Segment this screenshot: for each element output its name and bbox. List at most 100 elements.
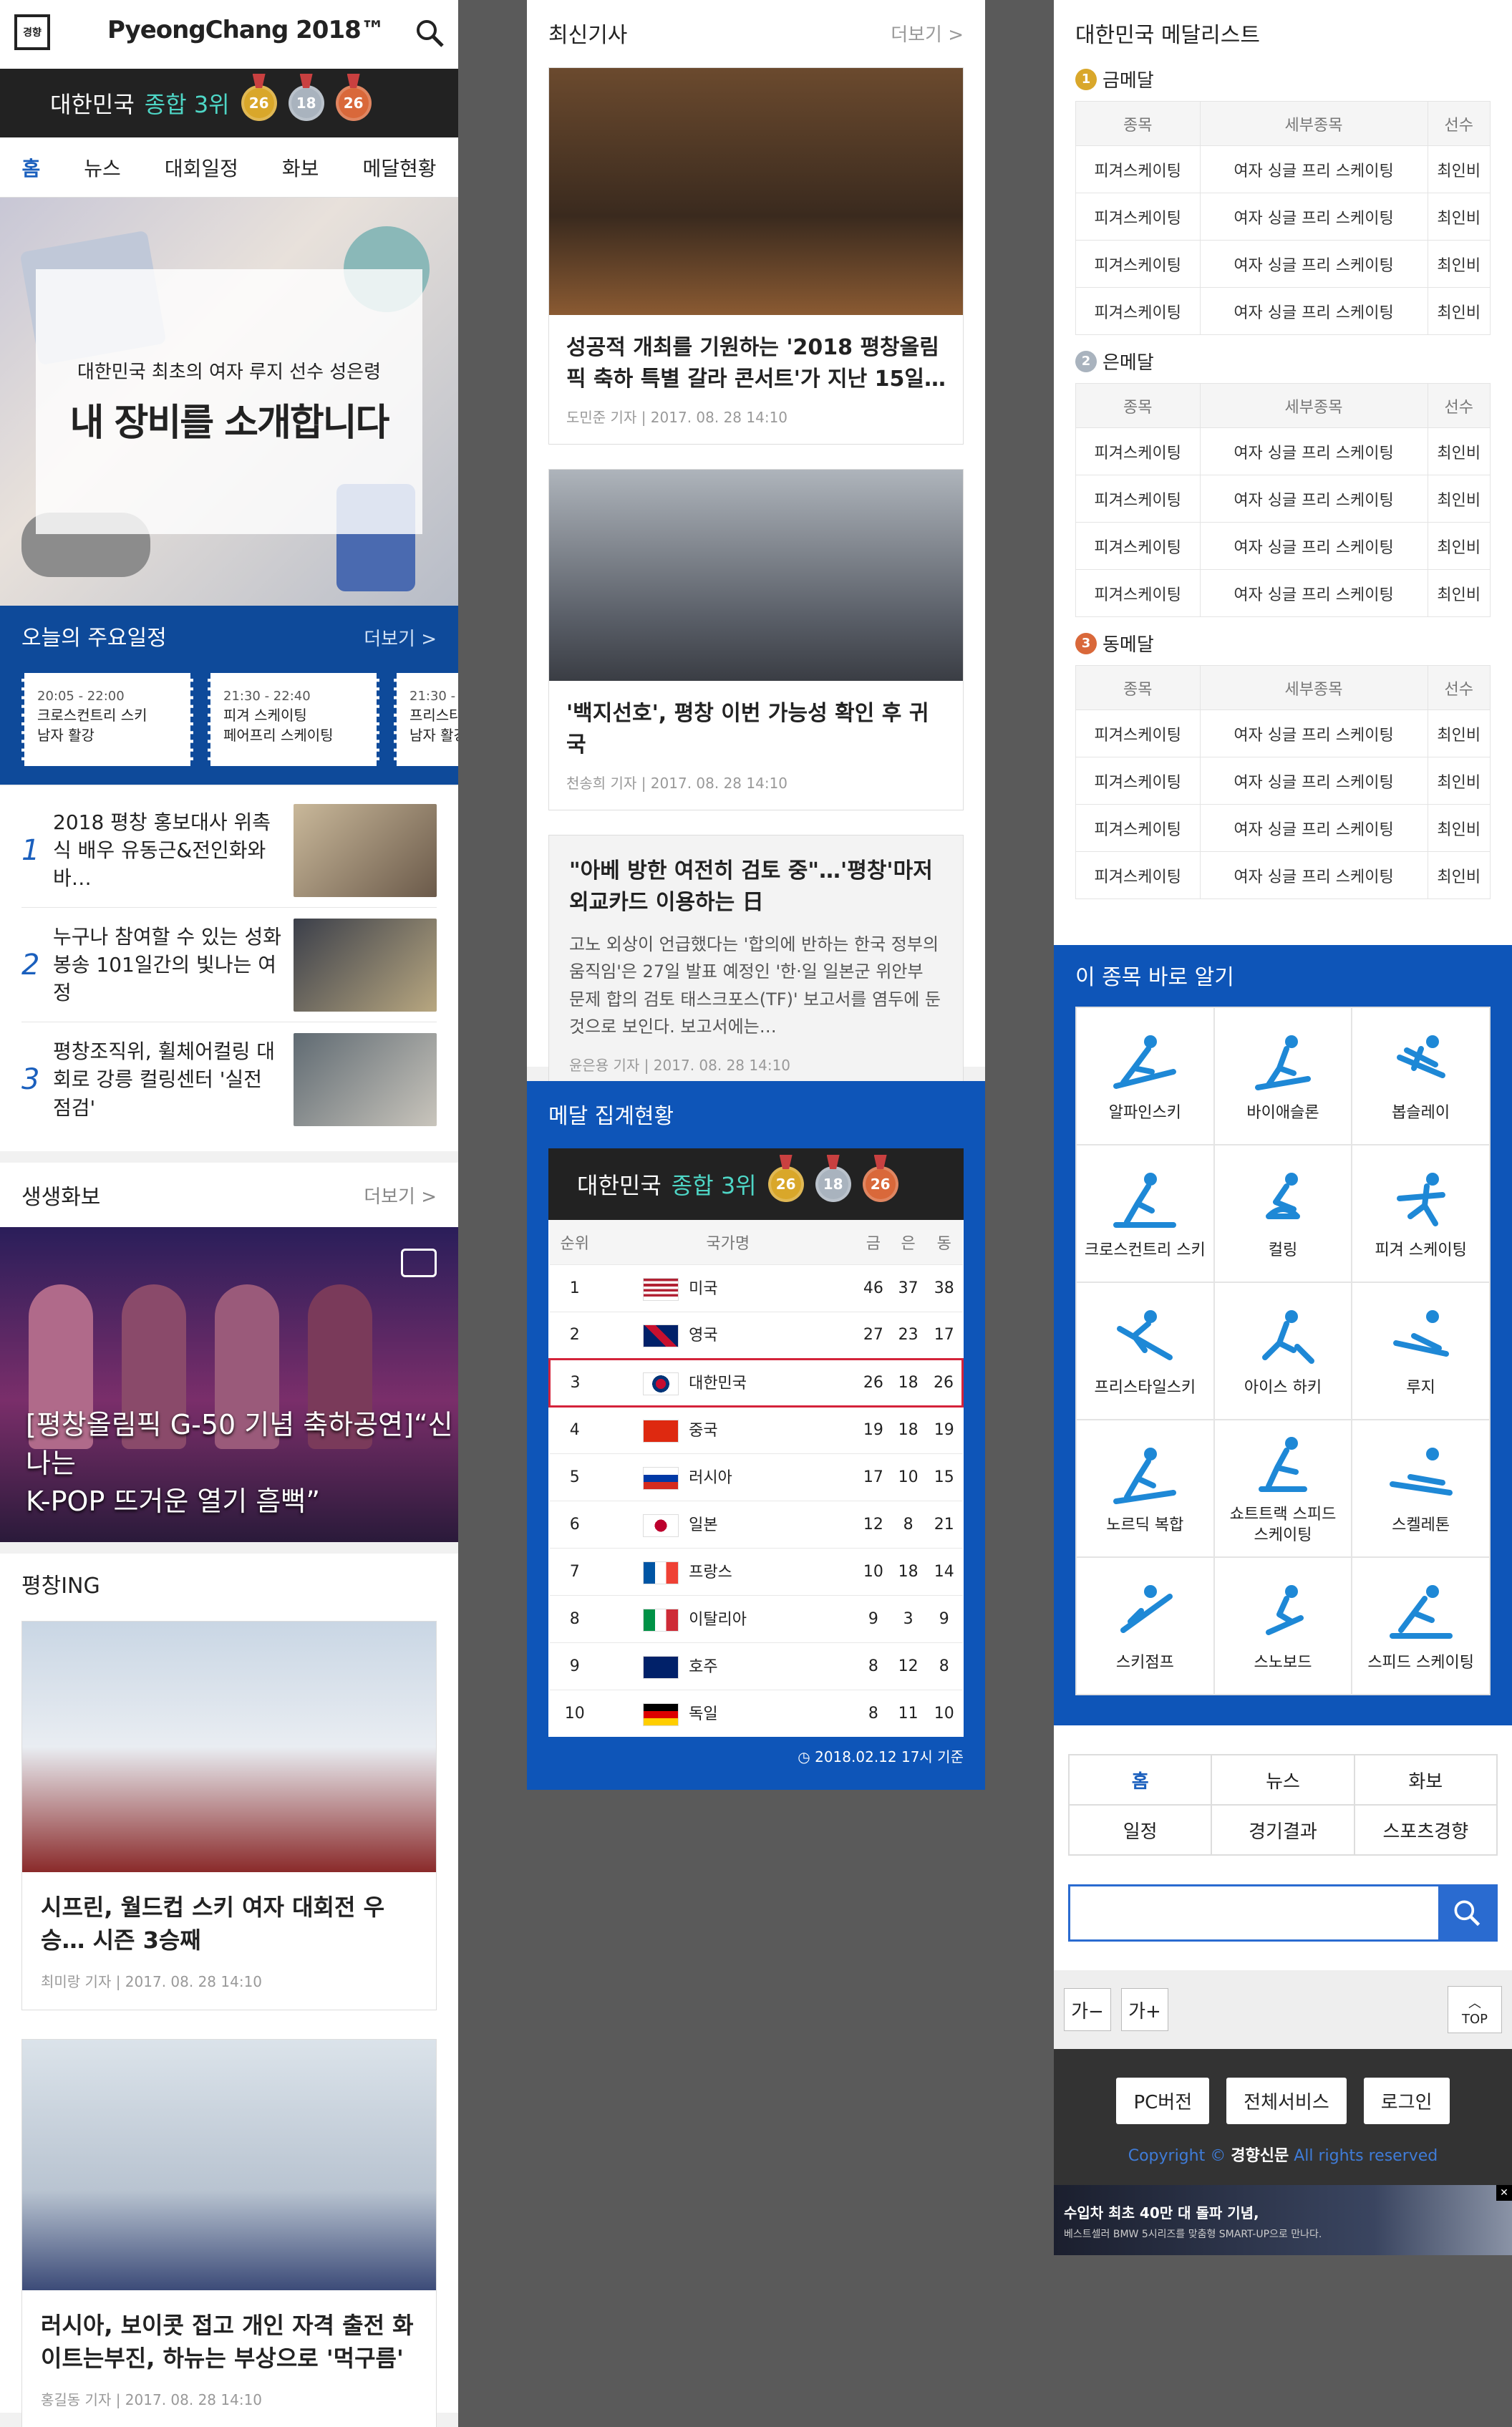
medal-board-panel: 대한민국 종합 3위 26 18 26 순위 국가명 금 은 동 1 미국 46 37… bbox=[548, 1148, 964, 1737]
country-name: 대한민국 bbox=[689, 1374, 747, 1392]
nav-photos[interactable]: 화보 bbox=[282, 153, 319, 182]
today-schedule: 오늘의 주요일정 더보기 > 20:05 - 22:00 크로스컨트리 스키 남… bbox=[0, 606, 458, 785]
all-services-button[interactable]: 전체서비스 bbox=[1226, 2078, 1347, 2124]
schedule-more-link[interactable]: 더보기 > bbox=[364, 624, 437, 651]
latest-news-section: 최신기사 더보기 > 성공적 개최를 기원하는 '2018 평창올림픽 축하 특… bbox=[527, 0, 985, 1095]
ticket-time: 21:30 - 22:40 bbox=[223, 689, 311, 704]
nav-medals[interactable]: 메달현황 bbox=[362, 153, 436, 182]
latest-title: 최신기사 bbox=[548, 23, 628, 48]
sport-cell: 피겨스케이팅 bbox=[1075, 193, 1201, 241]
medal-group-header: 2 은메달 bbox=[1075, 348, 1491, 374]
silver-count: 11 bbox=[891, 1689, 926, 1737]
sport-label: 아이스 하키 bbox=[1244, 1378, 1322, 1397]
sport-tile[interactable]: 바이애슬론 bbox=[1213, 1007, 1352, 1145]
column-header: 금 bbox=[856, 1220, 891, 1264]
search-icon bbox=[1454, 1900, 1480, 1927]
ad-banner[interactable]: 수입차 최초 40만 대 돌파 기념, 베스트셀러 BMW 5시리즈를 맞춤형 … bbox=[1054, 2185, 1512, 2255]
sport-tile[interactable]: 아이스 하키 bbox=[1213, 1282, 1352, 1420]
pc-version-button[interactable]: PC버전 bbox=[1116, 2078, 1210, 2124]
schedule-ticket[interactable]: 21:30 - 22:40 피겨 스케이팅 페어프리 스케이팅 bbox=[208, 673, 379, 766]
nav-home[interactable]: 홈 bbox=[22, 153, 41, 182]
sport-tile[interactable]: 봅슬레이 bbox=[1352, 1007, 1490, 1145]
table-row: 6 일본 12 8 21 bbox=[549, 1500, 963, 1548]
event-cell: 여자 싱글 프리 스케이팅 bbox=[1199, 522, 1428, 570]
sport-tile[interactable]: 스키점프 bbox=[1076, 1557, 1214, 1695]
medal-summary-bar[interactable]: 대한민국 종합 3위 26 18 26 bbox=[0, 69, 458, 137]
list-item[interactable]: 1 2018 평창 홍보대사 위촉식 배우 유동근&전인화와 바… bbox=[21, 793, 437, 908]
news-card[interactable]: '백지선호', 평창 이번 가능성 확인 후 귀국 천송희 기자 | 2017.… bbox=[548, 469, 964, 810]
sport-tile[interactable]: 스피드 스케이팅 bbox=[1352, 1557, 1490, 1695]
table-row: 피겨스케이팅 여자 싱글 프리 스케이팅 최인비 bbox=[1075, 427, 1491, 475]
jp-flag-icon bbox=[643, 1513, 679, 1537]
hero-banner[interactable]: 대한민국 최초의 여자 루지 선수 성은령 내 장비를 소개합니다 bbox=[0, 198, 458, 606]
list-item[interactable]: 2 누구나 참여할 수 있는 성화 봉송 101일간의 빛나는 여정 bbox=[21, 908, 437, 1022]
sport-tile[interactable]: 쇼트트랙 스피드 스케이팅 bbox=[1213, 1420, 1352, 1557]
scroll-top-button[interactable]: ︿ TOP bbox=[1448, 1986, 1502, 2033]
gold-count: 17 bbox=[856, 1453, 891, 1501]
cross-country-skiing-icon bbox=[1113, 1172, 1177, 1228]
silver-count: 10 bbox=[891, 1453, 926, 1501]
silver-count: 3 bbox=[891, 1594, 926, 1642]
sport-tile[interactable]: 피겨 스케이팅 bbox=[1352, 1145, 1490, 1282]
schedule-ticket[interactable]: 21:30 - 22:40 프리스타일 스키 남자 활강 bbox=[394, 673, 458, 766]
column-header: 국가명 bbox=[600, 1220, 856, 1264]
event-cell: 여자 싱글 프리 스케이팅 bbox=[1199, 240, 1428, 288]
table-row: 피겨스케이팅 여자 싱글 프리 스케이팅 최인비 bbox=[1075, 287, 1491, 335]
news-card[interactable]: 러시아, 보이콧 접고 개인 자격 출전 화이트는부진, 하뉴는 부상으로 '먹… bbox=[21, 2038, 437, 2427]
login-button[interactable]: 로그인 bbox=[1363, 2078, 1450, 2124]
search-button[interactable] bbox=[1438, 1886, 1496, 1939]
sport-tile[interactable]: 컬링 bbox=[1213, 1145, 1352, 1282]
search-icon[interactable] bbox=[412, 16, 448, 52]
menu-home[interactable]: 홈 bbox=[1069, 1755, 1212, 1805]
caption-line: [평창올림픽 G-50 기념 축하공연]“신나는 bbox=[26, 1409, 453, 1479]
news-card-image bbox=[549, 68, 963, 315]
table-row: 피겨스케이팅 여자 싱글 프리 스케이팅 최인비 bbox=[1075, 240, 1491, 288]
nav-schedule[interactable]: 대회일정 bbox=[165, 153, 238, 182]
sport-tile[interactable]: 스노보드 bbox=[1213, 1557, 1352, 1695]
sport-tile[interactable]: 크로스컨트리 스키 bbox=[1076, 1145, 1214, 1282]
news-and-medals-column: 최신기사 더보기 > 성공적 개최를 기원하는 '2018 평창올림픽 축하 특… bbox=[527, 0, 985, 1790]
sport-cell: 피겨스케이팅 bbox=[1075, 145, 1201, 193]
news-headline: 성공적 개최를 기원하는 '2018 평창올림픽 축하 특별 갈라 콘서트'가 … bbox=[566, 335, 946, 392]
search-input[interactable] bbox=[1070, 1886, 1438, 1939]
site-logo[interactable]: 경향 bbox=[14, 14, 50, 50]
schedule-ticket[interactable]: 20:05 - 22:00 크로스컨트리 스키 남자 활강 bbox=[21, 673, 193, 766]
overall-rank: 종합 3위 bbox=[671, 1172, 757, 1199]
font-larger-button[interactable]: 가+ bbox=[1121, 1988, 1168, 2031]
gallery-photo[interactable]: [평창올림픽 G-50 기념 축하공연]“신나는 K-POP 뜨거운 열기 흠뻑… bbox=[0, 1227, 458, 1542]
gallery-more-link[interactable]: 더보기 > bbox=[364, 1182, 437, 1208]
table-row: 2 영국 27 23 17 bbox=[549, 1311, 963, 1359]
news-card[interactable]: 시프린, 월드컵 스키 여자 대회전 우승… 시즌 3승째 최미랑 기자 | 2… bbox=[21, 1621, 437, 2010]
news-meta: 최미랑 기자 | 2017. 08. 28 14:10 bbox=[41, 1972, 263, 1990]
news-card[interactable]: "아베 방한 여전히 검토 중"…'평창'마저 외교카드 이용하는 日 고노 외… bbox=[548, 835, 964, 1095]
table-row: 4 중국 19 18 19 bbox=[549, 1405, 963, 1453]
menu-results[interactable]: 경기결과 bbox=[1211, 1805, 1354, 1855]
medal-rank-table: 순위 국가명 금 은 동 1 미국 46 37 38 2 영국 27 23 17 3 대한민국 26 18… bbox=[548, 1220, 964, 1737]
rank-cell: 6 bbox=[549, 1500, 601, 1548]
table-row: 피겨스케이팅 여자 싱글 프리 스케이팅 최인비 bbox=[1075, 193, 1491, 241]
list-item[interactable]: 3 평창조직위, 휠체어컬링 대회로 강릉 컬링센터 '실전 점검' bbox=[21, 1022, 437, 1137]
sport-tile[interactable]: 알파인스키 bbox=[1076, 1007, 1214, 1145]
font-smaller-button[interactable]: 가− bbox=[1064, 1988, 1111, 2031]
event-cell: 여자 싱글 프리 스케이팅 bbox=[1199, 757, 1428, 805]
table-row: 피겨스케이팅 여자 싱글 프리 스케이팅 최인비 bbox=[1075, 475, 1491, 523]
ticket-detail: 페어프리 스케이팅 bbox=[223, 727, 334, 745]
news-card[interactable]: 성공적 개최를 기원하는 '2018 평창올림픽 축하 특별 갈라 콘서트'가 … bbox=[548, 67, 964, 445]
menu-schedule[interactable]: 일정 bbox=[1069, 1805, 1212, 1855]
menu-news[interactable]: 뉴스 bbox=[1211, 1755, 1354, 1805]
close-icon[interactable]: ✕ bbox=[1496, 2185, 1512, 2201]
sport-tile[interactable]: 루지 bbox=[1352, 1282, 1490, 1420]
nav-news[interactable]: 뉴스 bbox=[84, 153, 121, 182]
sport-tile[interactable]: 프리스타일스키 bbox=[1076, 1282, 1214, 1420]
menu-sports-khan[interactable]: 스포츠경향 bbox=[1354, 1805, 1497, 1855]
brand-title[interactable]: PyeongChang 2018™ bbox=[107, 16, 385, 44]
menu-photos[interactable]: 화보 bbox=[1354, 1755, 1497, 1805]
bronze-count: 14 bbox=[926, 1547, 963, 1595]
medal-board-summary: 대한민국 종합 3위 26 18 26 bbox=[548, 1148, 964, 1220]
medal-group-label: 동메달 bbox=[1102, 634, 1154, 656]
ski-jumping-icon bbox=[1120, 1584, 1173, 1633]
sport-tile[interactable]: 노르딕 복합 bbox=[1076, 1420, 1214, 1557]
sport-tile[interactable]: 스켈레톤 bbox=[1352, 1420, 1490, 1557]
latest-more-link[interactable]: 더보기 > bbox=[891, 20, 964, 47]
hero-title: 내 장비를 소개합니다 bbox=[69, 402, 390, 445]
